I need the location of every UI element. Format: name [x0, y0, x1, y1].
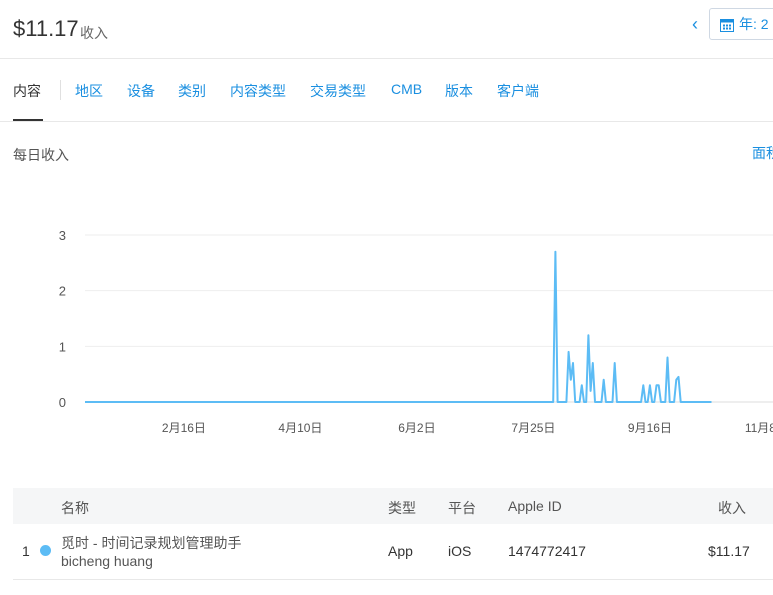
- x-tick-label: 9月16日: [628, 421, 672, 435]
- series-color-dot: [40, 545, 51, 556]
- total-amount: $11.17: [13, 16, 79, 41]
- chevron-left-icon[interactable]: ‹: [692, 14, 698, 35]
- date-range-picker[interactable]: 年: 2: [709, 8, 773, 40]
- x-tick-label: 7月25日: [511, 421, 555, 435]
- tab-transaction-type[interactable]: 交易类型: [310, 81, 366, 101]
- table-header: 名称 类型 平台 Apple ID 收入: [13, 488, 773, 524]
- active-tab-indicator: [13, 119, 43, 121]
- x-tick-label: 11月8日: [745, 421, 773, 435]
- row-revenue: $11.17: [708, 543, 750, 559]
- tab-divider: [60, 80, 61, 100]
- y-tick-label: 3: [59, 228, 66, 243]
- column-header-type[interactable]: 类型: [388, 498, 416, 518]
- row-type: App: [388, 543, 413, 559]
- x-tick-label: 2月16日: [162, 421, 206, 435]
- y-tick-label: 1: [59, 339, 66, 354]
- tab-cmb[interactable]: CMB: [391, 81, 422, 97]
- chart-title: 每日收入: [13, 147, 69, 163]
- header: $11.17 收入 ‹ 年: 2: [0, 0, 773, 59]
- tab-category[interactable]: 类别: [178, 81, 206, 101]
- app-name[interactable]: 觅时 - 时间记录规划管理助手: [61, 533, 241, 553]
- table-row[interactable]: 1 觅时 - 时间记录规划管理助手 bicheng huang App iOS …: [13, 524, 773, 580]
- y-tick-label: 2: [59, 284, 66, 299]
- tab-version[interactable]: 版本: [445, 81, 473, 101]
- x-tick-label: 6月2日: [398, 421, 435, 435]
- column-header-apple-id[interactable]: Apple ID: [508, 498, 562, 514]
- column-header-name[interactable]: 名称: [61, 498, 89, 518]
- tab-region[interactable]: 地区: [75, 81, 103, 101]
- row-platform: iOS: [448, 543, 472, 559]
- chart-type-toggle[interactable]: 面积: [752, 143, 773, 163]
- x-tick-label: 4月10日: [278, 421, 322, 435]
- y-tick-label: 0: [59, 395, 66, 410]
- tab-content-type[interactable]: 内容类型: [230, 81, 286, 101]
- tab-content[interactable]: 内容: [13, 81, 41, 101]
- tab-client[interactable]: 客户端: [497, 81, 539, 101]
- revenue-series-line: [85, 250, 712, 403]
- calendar-icon: [720, 19, 734, 33]
- tab-device[interactable]: 设备: [127, 81, 155, 101]
- amount-label: 收入: [80, 25, 108, 41]
- date-picker-label: 年: 2: [739, 16, 769, 32]
- daily-revenue-chart: 0 1 2 3 2月16日 4月10日 6月2日 7月25日 9月16日 11月8日: [59, 228, 773, 435]
- content-table: 名称 类型 平台 Apple ID 收入 1 觅时 - 时间记录规划管理助手 b…: [13, 488, 773, 580]
- tab-bar: 内容 地区 设备 类别 内容类型 交易类型 CMB 版本 客户端: [0, 58, 773, 122]
- row-apple-id: 1474772417: [508, 543, 586, 559]
- column-header-platform[interactable]: 平台: [448, 498, 476, 518]
- column-header-revenue[interactable]: 收入: [718, 498, 746, 518]
- developer-name: bicheng huang: [61, 553, 153, 569]
- row-index: 1: [22, 543, 30, 559]
